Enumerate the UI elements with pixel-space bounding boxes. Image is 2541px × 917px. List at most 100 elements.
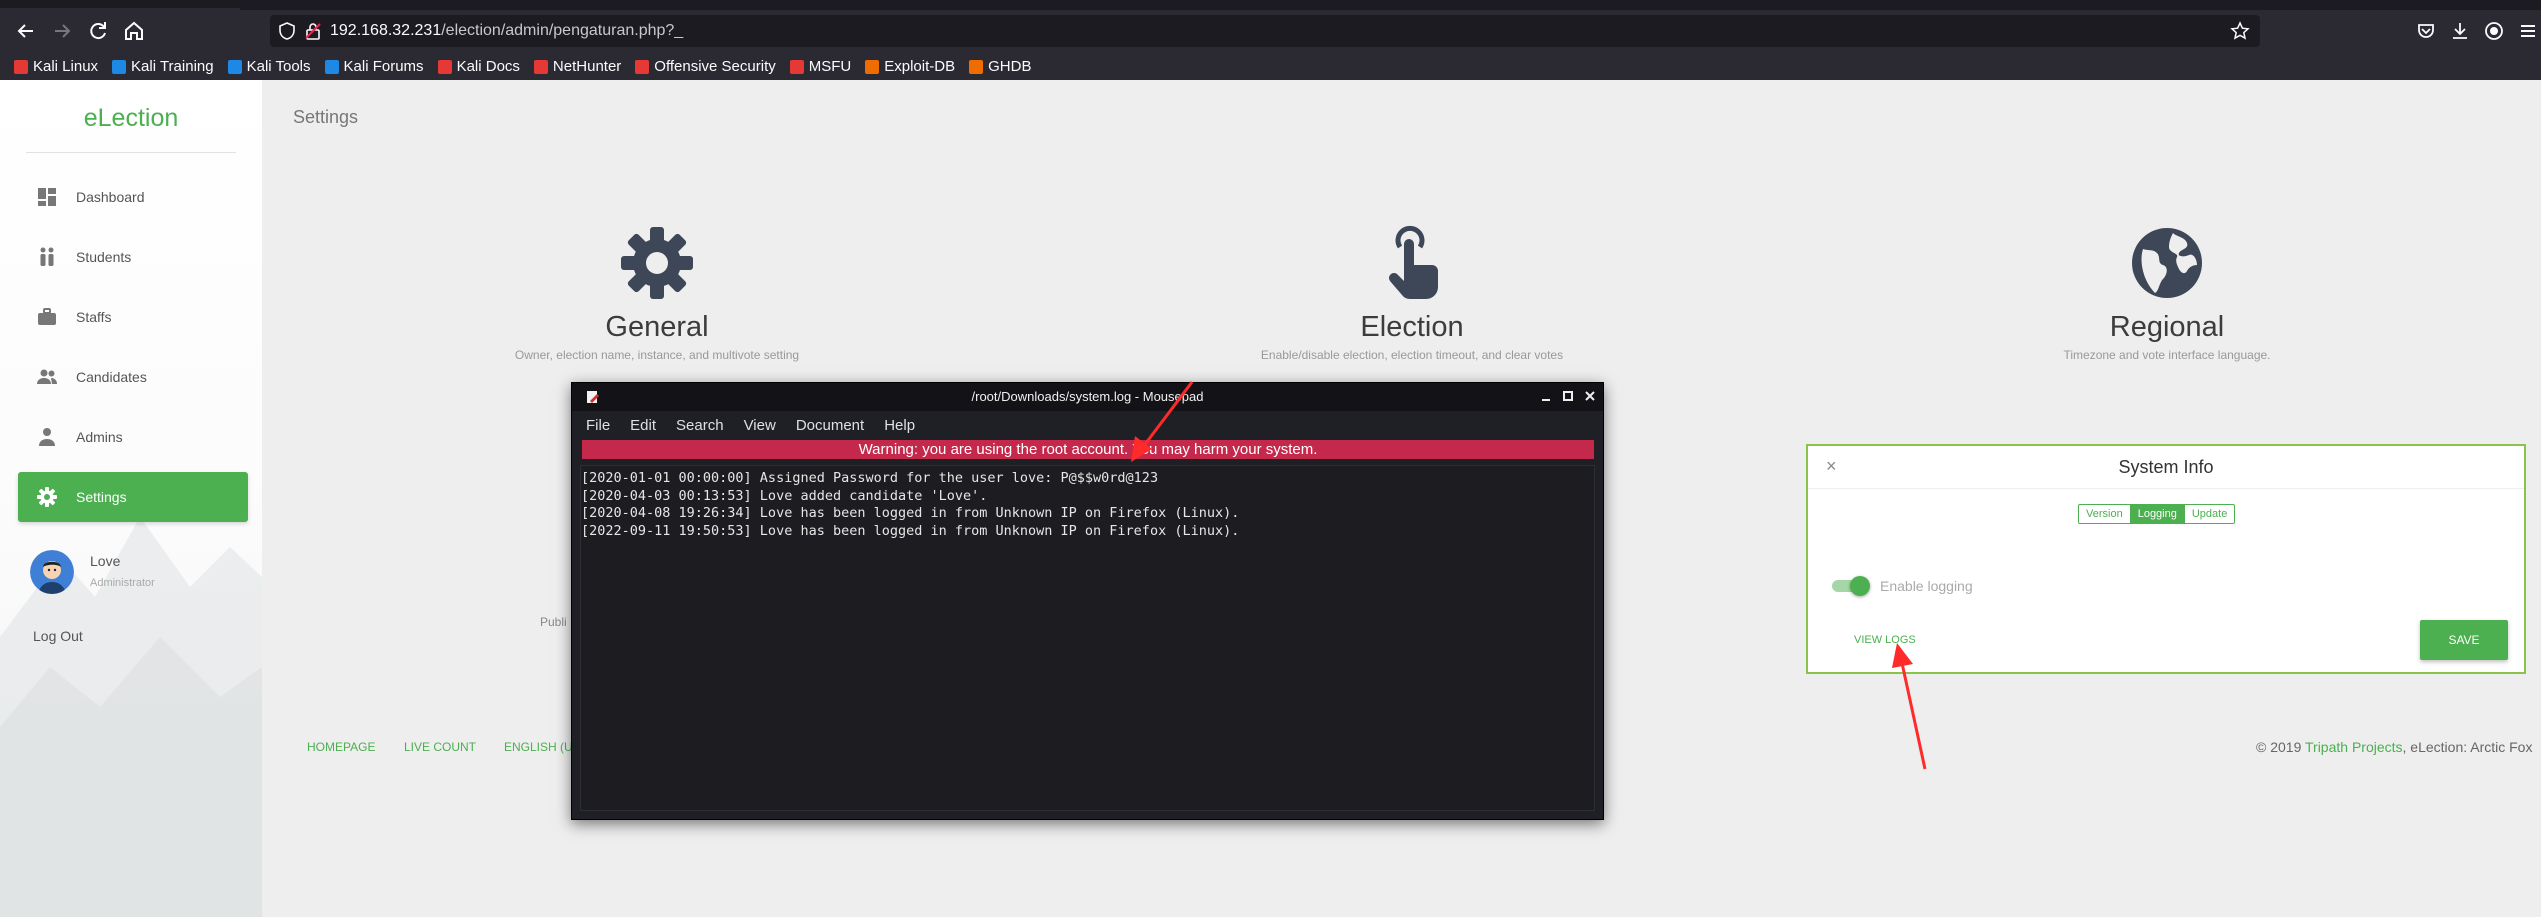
bookmark-item[interactable]: Kali Docs: [437, 58, 520, 75]
sidebar-item-admins[interactable]: Admins: [18, 412, 248, 462]
sidebar-item-staffs[interactable]: Staffs: [18, 292, 248, 342]
nethunter-icon: [533, 59, 548, 74]
sidebar-item-students[interactable]: Students: [18, 232, 248, 282]
briefcase-icon: [36, 306, 58, 328]
close-icon[interactable]: ×: [1826, 456, 1837, 477]
bookmark-label: MSFU: [808, 58, 852, 75]
log-text-area[interactable]: [2020-01-01 00:00:00] Assigned Password …: [580, 465, 1595, 811]
bookmark-label: Exploit-DB: [884, 58, 956, 75]
avatar[interactable]: [30, 550, 74, 594]
bookmark-label: Kali Training: [131, 58, 214, 75]
brand-title[interactable]: eLection: [0, 104, 262, 133]
candidates-icon: [36, 366, 58, 388]
gear-icon: [619, 225, 695, 301]
kali-tools-icon: [227, 59, 242, 74]
sidebar-item-label: Candidates: [76, 369, 147, 385]
sidebar-item-label: Staffs: [76, 309, 112, 325]
home-button[interactable]: [122, 19, 146, 43]
menu-document[interactable]: Document: [796, 417, 864, 434]
bookmark-label: Kali Tools: [246, 58, 311, 75]
menu-file[interactable]: File: [586, 417, 610, 434]
reload-button[interactable]: [86, 19, 110, 43]
insecure-lock-icon[interactable]: [304, 22, 322, 40]
bookmark-label: Kali Linux: [33, 58, 99, 75]
card-title: General: [605, 311, 709, 343]
touch-icon: [1374, 225, 1450, 301]
pocket-icon[interactable]: [2414, 19, 2438, 43]
settings-card-regional[interactable]: Regional Timezone and vote interface lan…: [1917, 225, 2417, 362]
save-button[interactable]: SAVE: [2420, 620, 2508, 660]
bookmark-item[interactable]: GHDB: [969, 58, 1031, 75]
bookmark-label: Kali Forums: [343, 58, 424, 75]
bookmark-item[interactable]: MSFU: [789, 58, 852, 75]
browser-toolbar: 192.168.32.231/election/admin/pengaturan…: [0, 10, 2541, 53]
menu-icon[interactable]: [2516, 19, 2540, 43]
bookmark-item[interactable]: Kali Training: [112, 58, 214, 75]
system-info-panel: System Info × Version Logging Update Ena…: [1806, 444, 2526, 674]
forward-button[interactable]: [50, 19, 74, 43]
account-icon[interactable]: [2482, 19, 2506, 43]
msfu-icon: [789, 59, 804, 74]
offsec-icon: [635, 59, 650, 74]
bookmark-star-icon[interactable]: [2230, 21, 2250, 41]
window-titlebar[interactable]: /root/Downloads/system.log - Mousepad: [572, 383, 1603, 411]
footer-link-homepage[interactable]: HOMEPAGE: [307, 740, 375, 754]
sidebar-item-label: Dashboard: [76, 189, 145, 205]
maximize-icon[interactable]: [1562, 389, 1574, 403]
back-button[interactable]: [14, 19, 38, 43]
sidebar-item-label: Settings: [76, 489, 127, 505]
footer-link-live-count[interactable]: LIVE COUNT: [404, 740, 476, 754]
menu-view[interactable]: View: [744, 417, 776, 434]
settings-card-election[interactable]: Election Enable/disable election, electi…: [1162, 225, 1662, 362]
menu-help[interactable]: Help: [884, 417, 915, 434]
bookmark-label: GHDB: [988, 58, 1032, 75]
bookmark-item[interactable]: Kali Forums: [324, 58, 424, 75]
bookmark-item[interactable]: Kali Linux: [14, 58, 98, 75]
settings-card-general[interactable]: General Owner, election name, instance, …: [407, 225, 907, 362]
log-line: [2020-01-01 00:00:00] Assigned Password …: [581, 470, 1159, 486]
sidebar-item-settings[interactable]: Settings: [18, 472, 248, 522]
url-text[interactable]: 192.168.32.231/election/admin/pengaturan…: [330, 22, 683, 40]
tab-logging[interactable]: Logging: [2130, 505, 2185, 523]
shield-icon[interactable]: [278, 22, 296, 40]
tripath-link[interactable]: Tripath Projects: [2305, 739, 2403, 755]
bookmark-label: Kali Docs: [456, 58, 520, 75]
toggle-label: Enable logging: [1880, 578, 1973, 594]
window-title: /root/Downloads/system.log - Mousepad: [971, 389, 1204, 404]
url-bar[interactable]: 192.168.32.231/election/admin/pengaturan…: [270, 15, 2260, 47]
user-name: Love: [90, 553, 121, 569]
bookmark-item[interactable]: Exploit-DB: [865, 58, 955, 75]
copyright-prefix: © 2019: [2256, 739, 2305, 755]
bookmark-label: Offensive Security: [654, 58, 776, 75]
close-icon[interactable]: [1584, 389, 1596, 403]
tab-version[interactable]: Version: [2079, 505, 2131, 523]
tab-update[interactable]: Update: [2185, 505, 2234, 523]
logging-toggle[interactable]: [1832, 576, 1870, 596]
card-description: Enable/disable election, election timeou…: [1260, 348, 1564, 362]
card-title: Regional: [2109, 311, 2225, 343]
bookmark-item[interactable]: NetHunter: [533, 58, 621, 75]
view-logs-link[interactable]: VIEW LOGS: [1854, 634, 1916, 646]
kali-docs-icon: [437, 59, 452, 74]
bookmark-item[interactable]: Kali Tools: [227, 58, 311, 75]
menu-search[interactable]: Search: [676, 417, 724, 434]
copyright-suffix: , eLection: Arctic Fox: [2402, 739, 2533, 755]
mousepad-menubar: File Edit Search View Document Help: [572, 411, 1603, 439]
log-line: [2020-04-03 00:13:53] Love added candida…: [581, 487, 988, 504]
kali-training-icon: [112, 59, 127, 74]
partial-text: Publi: [540, 615, 567, 629]
footer-link-language[interactable]: ENGLISH (U: [504, 740, 573, 754]
sidebar-item-label: Admins: [76, 429, 123, 445]
globe-icon: [2129, 225, 2205, 301]
url-path: /election/admin/pengaturan.php?_: [441, 22, 684, 39]
sidebar: eLection Dashboard Students Staffs Candi…: [0, 80, 262, 917]
downloads-icon[interactable]: [2448, 19, 2472, 43]
logout-link[interactable]: Log Out: [33, 628, 83, 644]
minimize-icon[interactable]: [1540, 389, 1552, 403]
menu-edit[interactable]: Edit: [630, 417, 656, 434]
window-top-strip: [0, 0, 2541, 10]
bookmark-item[interactable]: Offensive Security: [635, 58, 776, 75]
kali-forums-icon: [324, 59, 339, 74]
sidebar-item-dashboard[interactable]: Dashboard: [18, 172, 248, 222]
sidebar-item-candidates[interactable]: Candidates: [18, 352, 248, 402]
